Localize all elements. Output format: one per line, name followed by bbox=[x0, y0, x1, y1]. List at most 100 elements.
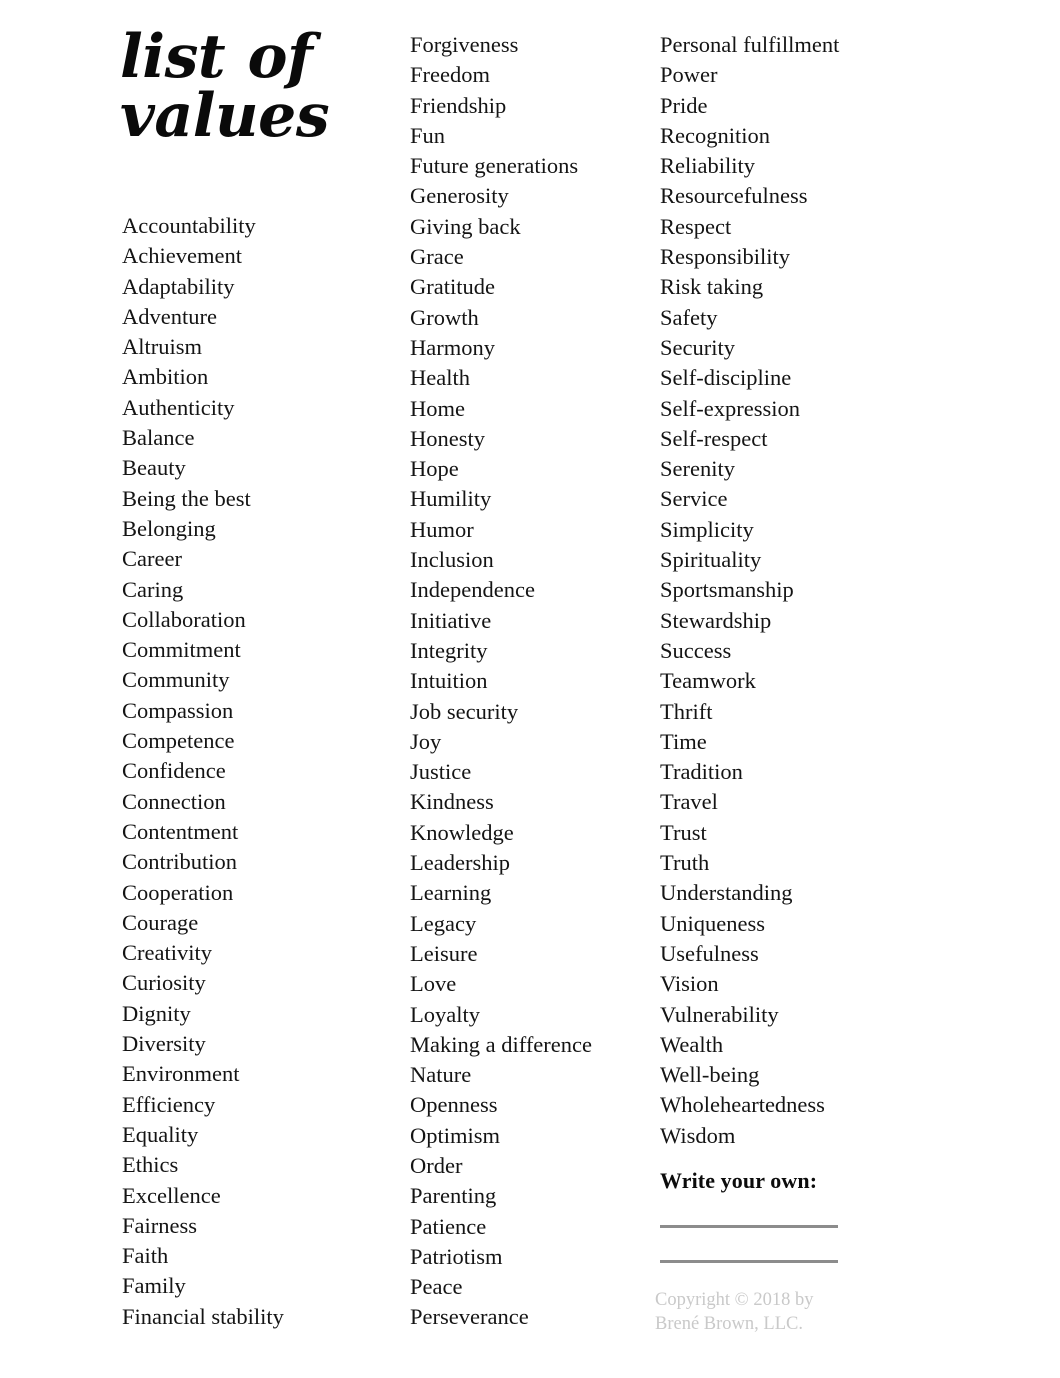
value-item[interactable]: Contribution bbox=[122, 847, 407, 877]
value-item[interactable]: Giving back bbox=[410, 212, 658, 242]
value-item[interactable]: Gratitude bbox=[410, 272, 658, 302]
value-item[interactable]: Friendship bbox=[410, 91, 658, 121]
value-item[interactable]: Thrift bbox=[660, 697, 960, 727]
value-item[interactable]: Contentment bbox=[122, 817, 407, 847]
value-item[interactable]: Sportsmanship bbox=[660, 575, 960, 605]
value-item[interactable]: Loyalty bbox=[410, 1000, 658, 1030]
value-item[interactable]: Inclusion bbox=[410, 545, 658, 575]
value-item[interactable]: Creativity bbox=[122, 938, 407, 968]
value-item[interactable]: Love bbox=[410, 969, 658, 999]
value-item[interactable]: Making a difference bbox=[410, 1030, 658, 1060]
value-item[interactable]: Being the best bbox=[122, 484, 407, 514]
value-item[interactable]: Success bbox=[660, 636, 960, 666]
value-item[interactable]: Risk taking bbox=[660, 272, 960, 302]
value-item[interactable]: Equality bbox=[122, 1120, 407, 1150]
value-item[interactable]: Service bbox=[660, 484, 960, 514]
value-item[interactable]: Safety bbox=[660, 303, 960, 333]
value-item[interactable]: Caring bbox=[122, 575, 407, 605]
value-item[interactable]: Kindness bbox=[410, 787, 658, 817]
value-item[interactable]: Legacy bbox=[410, 909, 658, 939]
value-item[interactable]: Trust bbox=[660, 818, 960, 848]
value-item[interactable]: Authenticity bbox=[122, 393, 407, 423]
value-item[interactable]: Career bbox=[122, 544, 407, 574]
value-item[interactable]: Peace bbox=[410, 1272, 658, 1302]
value-item[interactable]: Wholeheartedness bbox=[660, 1090, 960, 1120]
value-item[interactable]: Wisdom bbox=[660, 1121, 960, 1151]
value-item[interactable]: Forgiveness bbox=[410, 30, 658, 60]
value-item[interactable]: Adaptability bbox=[122, 272, 407, 302]
value-item[interactable]: Knowledge bbox=[410, 818, 658, 848]
value-item[interactable]: Truth bbox=[660, 848, 960, 878]
value-item[interactable]: Harmony bbox=[410, 333, 658, 363]
value-item[interactable]: Fun bbox=[410, 121, 658, 151]
value-item[interactable]: Travel bbox=[660, 787, 960, 817]
value-item[interactable]: Uniqueness bbox=[660, 909, 960, 939]
value-item[interactable]: Ethics bbox=[122, 1150, 407, 1180]
value-item[interactable]: Accountability bbox=[122, 211, 407, 241]
value-item[interactable]: Openness bbox=[410, 1090, 658, 1120]
value-item[interactable]: Ambition bbox=[122, 362, 407, 392]
value-item[interactable]: Leisure bbox=[410, 939, 658, 969]
value-item[interactable]: Competence bbox=[122, 726, 407, 756]
value-item[interactable]: Hope bbox=[410, 454, 658, 484]
value-item[interactable]: Freedom bbox=[410, 60, 658, 90]
value-item[interactable]: Vulnerability bbox=[660, 1000, 960, 1030]
value-item[interactable]: Future generations bbox=[410, 151, 658, 181]
value-item[interactable]: Recognition bbox=[660, 121, 960, 151]
value-item[interactable]: Learning bbox=[410, 878, 658, 908]
value-item[interactable]: Health bbox=[410, 363, 658, 393]
value-item[interactable]: Order bbox=[410, 1151, 658, 1181]
value-item[interactable]: Responsibility bbox=[660, 242, 960, 272]
value-item[interactable]: Self-respect bbox=[660, 424, 960, 454]
value-item[interactable]: Wealth bbox=[660, 1030, 960, 1060]
value-item[interactable]: Courage bbox=[122, 908, 407, 938]
value-item[interactable]: Beauty bbox=[122, 453, 407, 483]
value-item[interactable]: Serenity bbox=[660, 454, 960, 484]
value-item[interactable]: Perseverance bbox=[410, 1302, 658, 1332]
value-item[interactable]: Honesty bbox=[410, 424, 658, 454]
value-item[interactable]: Justice bbox=[410, 757, 658, 787]
value-item[interactable]: Usefulness bbox=[660, 939, 960, 969]
value-item[interactable]: Excellence bbox=[122, 1181, 407, 1211]
value-item[interactable]: Personal fulfillment bbox=[660, 30, 960, 60]
value-item[interactable]: Faith bbox=[122, 1241, 407, 1271]
value-item[interactable]: Growth bbox=[410, 303, 658, 333]
value-item[interactable]: Simplicity bbox=[660, 515, 960, 545]
value-item[interactable]: Balance bbox=[122, 423, 407, 453]
value-item[interactable]: Nature bbox=[410, 1060, 658, 1090]
value-item[interactable]: Community bbox=[122, 665, 407, 695]
value-item[interactable]: Job security bbox=[410, 697, 658, 727]
value-item[interactable]: Efficiency bbox=[122, 1090, 407, 1120]
value-item[interactable]: Environment bbox=[122, 1059, 407, 1089]
value-item[interactable]: Compassion bbox=[122, 696, 407, 726]
value-item[interactable]: Integrity bbox=[410, 636, 658, 666]
value-item[interactable]: Generosity bbox=[410, 181, 658, 211]
value-item[interactable]: Confidence bbox=[122, 756, 407, 786]
value-item[interactable]: Adventure bbox=[122, 302, 407, 332]
value-item[interactable]: Commitment bbox=[122, 635, 407, 665]
value-item[interactable]: Spirituality bbox=[660, 545, 960, 575]
value-item[interactable]: Belonging bbox=[122, 514, 407, 544]
value-item[interactable]: Leadership bbox=[410, 848, 658, 878]
write-your-own-blank-line-2[interactable] bbox=[660, 1260, 838, 1263]
value-item[interactable]: Humor bbox=[410, 515, 658, 545]
value-item[interactable]: Initiative bbox=[410, 606, 658, 636]
value-item[interactable]: Teamwork bbox=[660, 666, 960, 696]
value-item[interactable]: Curiosity bbox=[122, 968, 407, 998]
value-item[interactable]: Connection bbox=[122, 787, 407, 817]
value-item[interactable]: Dignity bbox=[122, 999, 407, 1029]
value-item[interactable]: Patience bbox=[410, 1212, 658, 1242]
value-item[interactable]: Optimism bbox=[410, 1121, 658, 1151]
value-item[interactable]: Altruism bbox=[122, 332, 407, 362]
value-item[interactable]: Understanding bbox=[660, 878, 960, 908]
value-item[interactable]: Respect bbox=[660, 212, 960, 242]
value-item[interactable]: Grace bbox=[410, 242, 658, 272]
value-item[interactable]: Tradition bbox=[660, 757, 960, 787]
value-item[interactable]: Vision bbox=[660, 969, 960, 999]
value-item[interactable]: Well-being bbox=[660, 1060, 960, 1090]
value-item[interactable]: Humility bbox=[410, 484, 658, 514]
value-item[interactable]: Achievement bbox=[122, 241, 407, 271]
value-item[interactable]: Diversity bbox=[122, 1029, 407, 1059]
value-item[interactable]: Time bbox=[660, 727, 960, 757]
value-item[interactable]: Parenting bbox=[410, 1181, 658, 1211]
